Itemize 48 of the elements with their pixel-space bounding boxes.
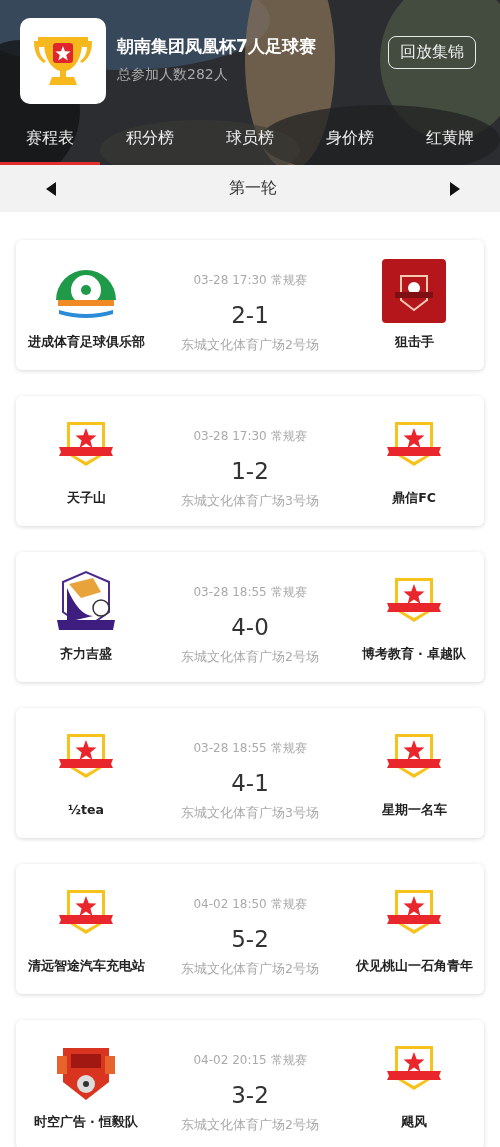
match-score: 5-2 [231, 926, 269, 952]
match-venue: 东城文化体育广场2号场 [181, 649, 319, 666]
highlights-button[interactable]: 回放集锦 [388, 35, 476, 69]
team-name: 齐力吉盛 [60, 646, 112, 663]
match-time: 04-02 18:50 常规赛 [193, 896, 307, 913]
team-name: 天子山 [66, 490, 106, 507]
team-name: 鼎信FC [392, 490, 436, 507]
trophy-icon [20, 18, 106, 104]
castle-shield-icon [381, 258, 447, 324]
match-score: 1-2 [231, 458, 269, 484]
team-name: 伏见桃山一石角青年 [355, 958, 473, 975]
round-label: 第一轮 [229, 178, 277, 199]
team-name: 飓风 [401, 1114, 427, 1131]
match-card[interactable]: 时空广告 · 恒毅队 04-02 20:15 常规赛 3-2 东城文化体育广场2号场 飓风 [16, 1020, 484, 1147]
previous-round-icon[interactable] [46, 181, 56, 196]
tab[interactable]: 球员榜 [200, 122, 300, 165]
match-time: 04-02 20:15 常规赛 [193, 1052, 307, 1069]
match-card[interactable]: 进成体育足球俱乐部 03-28 17:30 常规赛 2-1 东城文化体育广场2号场 狙击手 [16, 240, 484, 370]
team-name: 星期一名车 [381, 802, 447, 819]
match-time: 03-28 18:55 常规赛 [193, 584, 307, 601]
team-name: 博考教育 · 卓越队 [361, 646, 467, 663]
match-venue: 东城文化体育广场2号场 [181, 961, 319, 978]
match-score: 4-0 [231, 614, 269, 640]
participant-count: 总参加人数282人 [117, 65, 229, 84]
team-name: 进成体育足球俱乐部 [27, 334, 145, 351]
match-venue: 东城文化体育广场3号场 [181, 805, 319, 822]
match-card[interactable]: 清远智途汽车充电站 04-02 18:50 常规赛 5-2 东城文化体育广场2号场 伏见桃山一石角青年 [16, 864, 484, 994]
match-card[interactable]: 齐力吉盛 03-28 18:55 常规赛 4-0 东城文化体育广场2号场 博考教育 · 卓越队 [16, 552, 484, 682]
match-score: 2-1 [231, 302, 269, 328]
tournament-title: 朝南集团凤凰杯7人足球赛 [117, 34, 317, 58]
tab[interactable]: 积分榜 [100, 122, 200, 165]
tab[interactable]: 身价榜 [300, 122, 400, 165]
match-time: 03-28 17:30 常规赛 [193, 428, 307, 445]
team-name: ½tea [68, 802, 104, 817]
match-time: 03-28 18:55 常规赛 [193, 740, 307, 757]
match-card[interactable]: ½tea 03-28 18:55 常规赛 4-1 东城文化体育广场3号场 星期一名车 [16, 708, 484, 838]
match-card[interactable]: 天子山 03-28 17:30 常规赛 1-2 东城文化体育广场3号场 鼎信FC [16, 396, 484, 526]
match-score: 3-2 [231, 1082, 269, 1108]
team-name: 清远智途汽车充电站 [27, 958, 145, 975]
match-venue: 东城文化体育广场2号场 [181, 1117, 319, 1134]
match-venue: 东城文化体育广场2号场 [181, 337, 319, 354]
next-round-icon[interactable] [450, 181, 460, 196]
match-time: 03-28 17:30 常规赛 [193, 272, 307, 289]
team-name: 时空广告 · 恒毅队 [33, 1114, 139, 1131]
match-venue: 东城文化体育广场3号场 [181, 493, 319, 510]
tab[interactable]: 红黄牌 [400, 122, 500, 165]
match-score: 4-1 [231, 770, 269, 796]
team-name: 狙击手 [394, 334, 434, 351]
